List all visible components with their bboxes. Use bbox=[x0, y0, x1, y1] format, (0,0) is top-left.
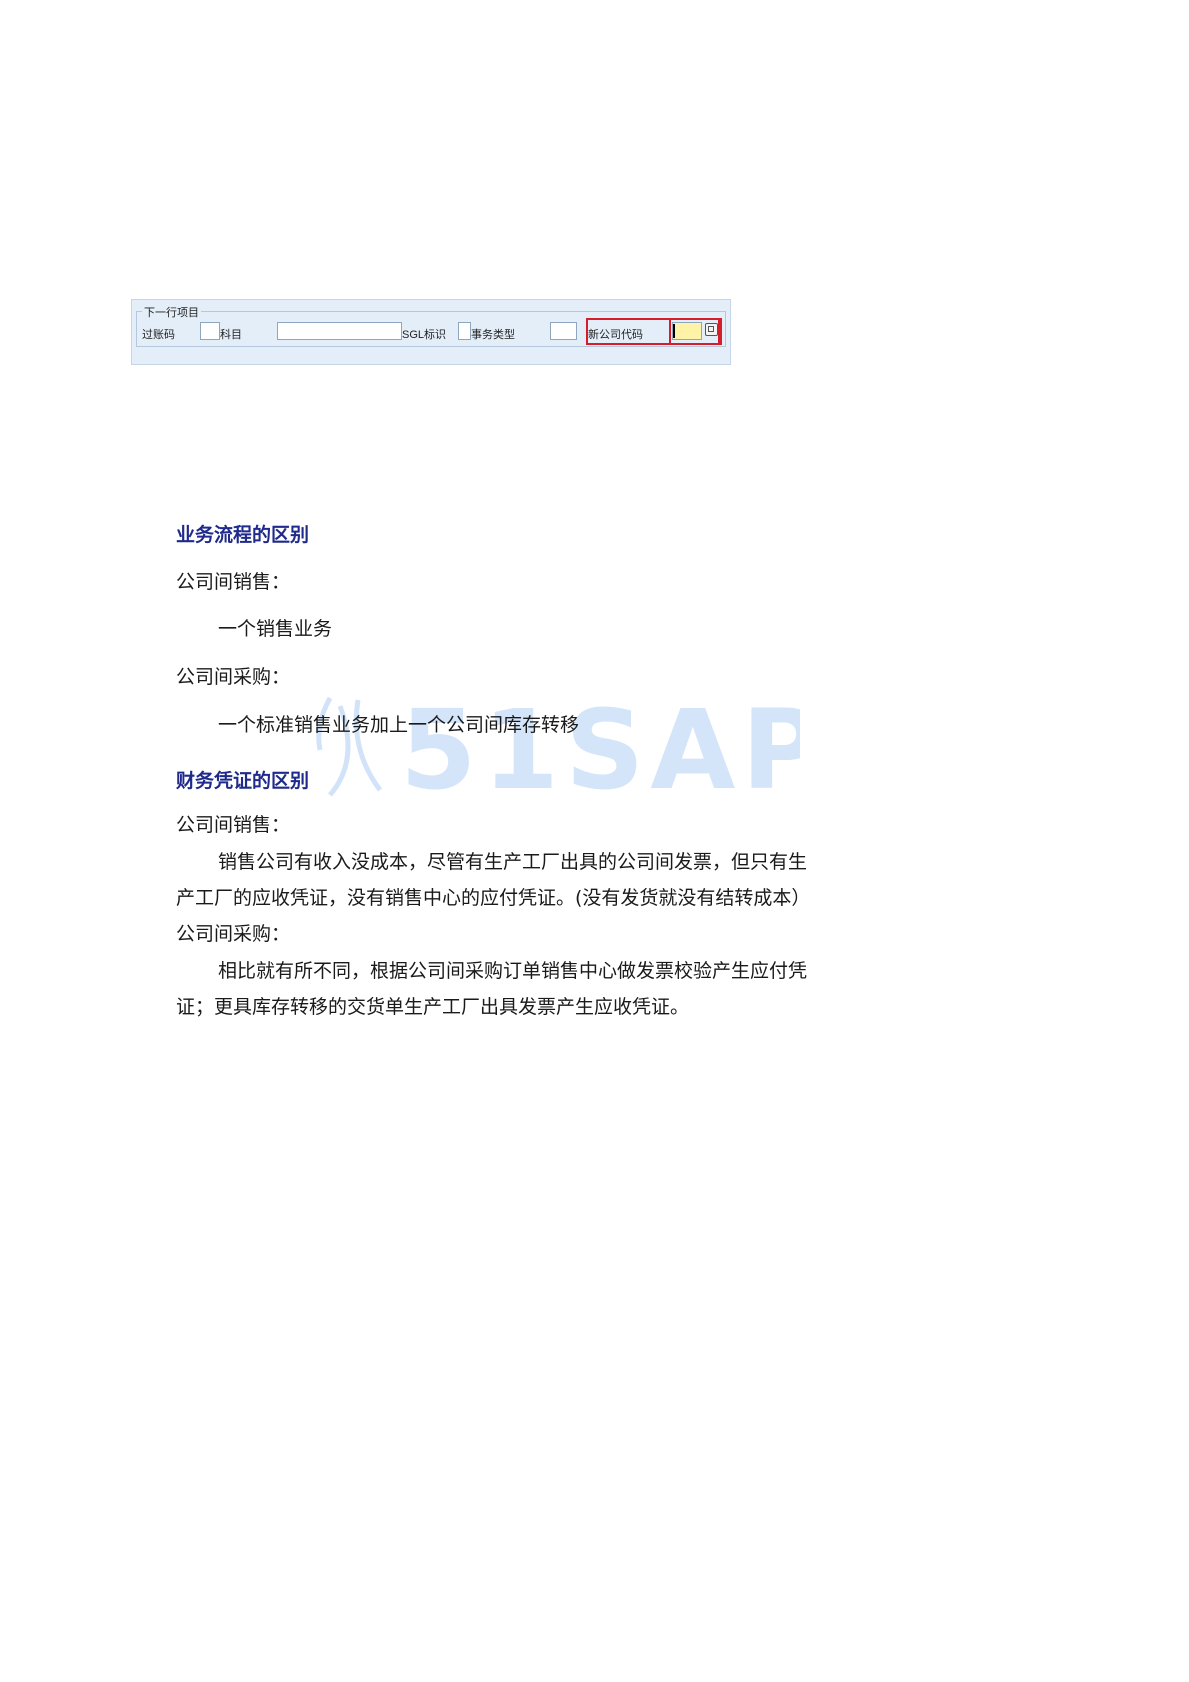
account-label: 科目 bbox=[220, 329, 242, 341]
transaction-type-label: 事务类型 bbox=[471, 329, 515, 341]
bp-sales-text: 一个销售业务 bbox=[218, 618, 333, 640]
fv-purchase-text-line2: 证；更具库存转移的交货单生产工厂出具发票产生应收凭证。 bbox=[176, 996, 690, 1018]
bp-purchase-text: 一个标准销售业务加上一个公司间库存转移 bbox=[218, 714, 580, 736]
posting-key-label: 过账码 bbox=[142, 329, 175, 341]
group-title: 下一行项目 bbox=[142, 304, 201, 320]
sap-next-line-item-panel: 下一行项目 过账码 科目 SGL标识 事务类型 新公司代码 bbox=[131, 299, 731, 365]
fv-sales-label: 公司间销售： bbox=[176, 814, 291, 836]
new-company-code-label: 新公司代码 bbox=[588, 329, 643, 341]
financial-voucher-heading: 财务凭证的区别 bbox=[176, 770, 310, 792]
bp-purchase-label: 公司间采购： bbox=[176, 666, 291, 688]
fv-sales-text-line2: 产工厂的应收凭证，没有销售中心的应付凭证。(没有发货就没有结转成本） bbox=[176, 887, 811, 909]
watermark-logo: 51SAP bbox=[316, 690, 800, 800]
watermark-text: 51SAP bbox=[400, 690, 800, 800]
bp-sales-label: 公司间销售： bbox=[176, 571, 291, 593]
value-help-icon[interactable] bbox=[705, 323, 718, 336]
new-company-code-input[interactable] bbox=[672, 322, 702, 340]
account-input[interactable] bbox=[277, 322, 402, 340]
sgl-indicator-label: SGL标识 bbox=[402, 329, 447, 341]
fv-sales-text-line1: 销售公司有收入没成本，尽管有生产工厂出具的公司间发票，但只有生 bbox=[218, 851, 808, 873]
business-process-heading: 业务流程的区别 bbox=[176, 524, 310, 546]
text-cursor bbox=[673, 324, 675, 338]
fv-purchase-text-line1: 相比就有所不同，根据公司间采购订单销售中心做发票校验产生应付凭 bbox=[218, 960, 808, 982]
sgl-indicator-input[interactable] bbox=[458, 322, 471, 340]
fv-purchase-label: 公司间采购： bbox=[176, 923, 291, 945]
posting-key-input[interactable] bbox=[200, 322, 220, 340]
transaction-type-input[interactable] bbox=[550, 322, 577, 340]
